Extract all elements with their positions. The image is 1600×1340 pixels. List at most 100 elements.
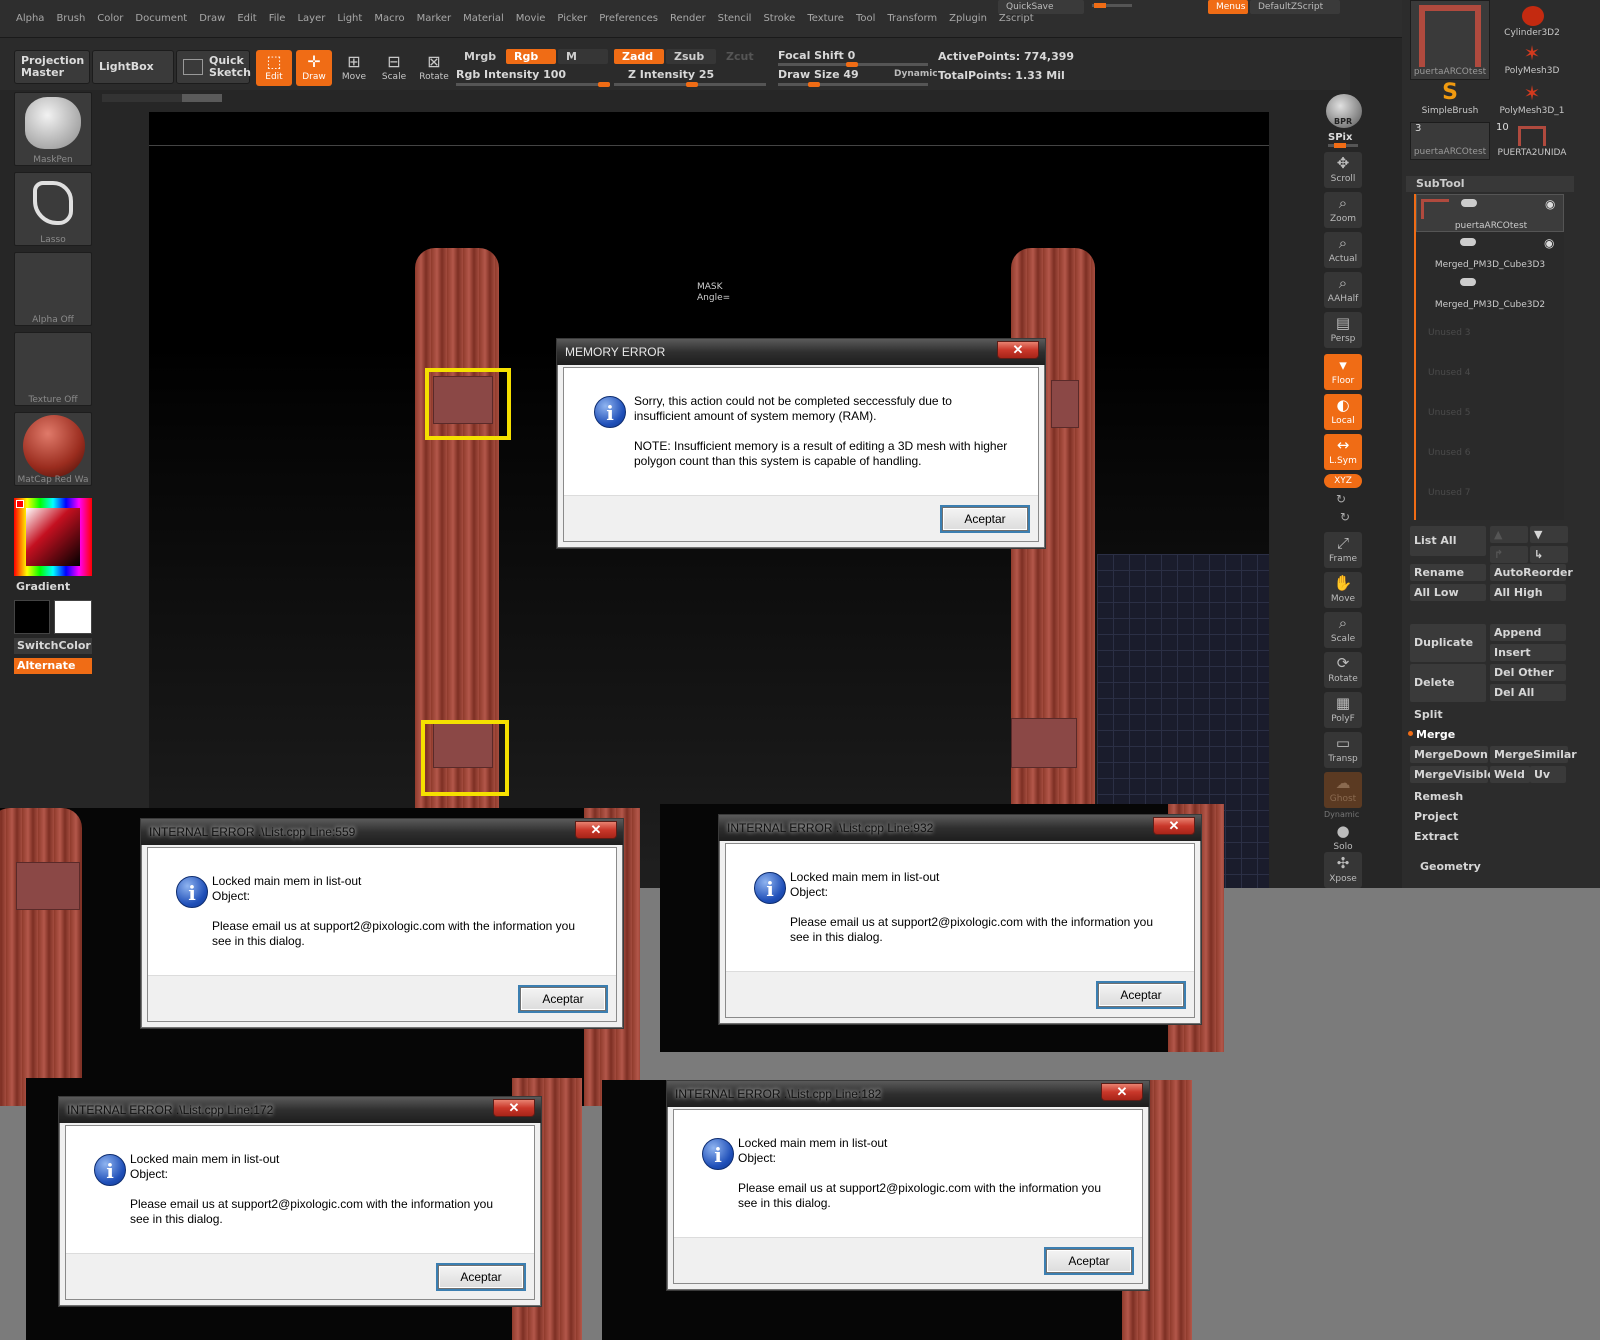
solo-tool[interactable]: ● Solo — [1324, 820, 1362, 856]
auto-reorder-button[interactable]: AutoReorder — [1490, 564, 1573, 581]
focal-shift-slider[interactable]: Focal Shift 0 — [778, 49, 855, 62]
subtool-item-2[interactable]: Merged_PM3D_Cube3D2 — [1416, 274, 1564, 312]
menu-marker[interactable]: Marker — [411, 13, 458, 24]
tool-thumb-puertaarco-2[interactable]: 3 puertaARCOtest — [1410, 122, 1490, 160]
rotate-tool[interactable]: ⊠ Rotate — [416, 50, 452, 86]
quicksave-button[interactable]: QuickSave — [998, 0, 1084, 14]
delete-button[interactable]: Delete — [1410, 664, 1486, 702]
tool-thumb-puerta2unida[interactable]: 10 PUERTA2UNIDA — [1492, 122, 1572, 160]
menu-stencil[interactable]: Stencil — [712, 13, 758, 24]
merge-section[interactable]: Merge — [1412, 726, 1568, 743]
projection-master-button[interactable]: Projection Master — [14, 50, 90, 84]
menu-edit[interactable]: Edit — [231, 13, 262, 24]
menu-document[interactable]: Document — [129, 13, 193, 24]
rename-button[interactable]: Rename — [1410, 564, 1486, 581]
menu-picker[interactable]: Picker — [551, 13, 593, 24]
menus-button[interactable]: Menus — [1208, 0, 1248, 14]
move-up-button[interactable]: ▲ — [1490, 526, 1528, 543]
aahalf-tool[interactable]: ⌕ AAHalf — [1324, 272, 1362, 308]
menu-material[interactable]: Material — [457, 13, 510, 24]
duplicate-button[interactable]: Duplicate — [1410, 624, 1486, 662]
subtool-eye-icon-1[interactable]: ◉ — [1544, 236, 1554, 250]
z-intensity-slider[interactable]: Z Intensity 25 — [628, 68, 714, 81]
internal-error-titlebar-172[interactable]: INTERNAL ERROR .\List.cpp Line:172 — [59, 1097, 541, 1123]
geometry-section[interactable]: Geometry — [1416, 858, 1566, 875]
extract-section[interactable]: Extract — [1410, 828, 1566, 845]
draw-size-slider[interactable]: Draw Size 49 — [778, 68, 859, 81]
scale-tool[interactable]: ⊟ Scale — [376, 50, 412, 86]
menu-zplugin[interactable]: Zplugin — [943, 13, 993, 24]
zcut-button[interactable]: Zcut — [718, 49, 768, 64]
floor-tool[interactable]: ▾ Floor — [1324, 354, 1362, 390]
move-down-button[interactable]: ▼ — [1530, 526, 1568, 543]
xyz-toggle[interactable]: XYZ — [1324, 474, 1362, 488]
tool-thumb-cylinder[interactable]: Cylinder3D2 — [1492, 0, 1572, 40]
menu-zscript[interactable]: Zscript — [993, 13, 1040, 24]
del-other-button[interactable]: Del Other — [1490, 664, 1566, 681]
actual-tool[interactable]: ⌕ Actual — [1324, 232, 1362, 268]
rgb-intensity-slider[interactable]: Rgb Intensity 100 — [456, 68, 566, 81]
internal-error-close-button-932[interactable]: ✕ — [1153, 817, 1195, 835]
zscript-button[interactable]: DefaultZScript — [1250, 0, 1340, 14]
draw-tool[interactable]: ✛ Draw — [296, 50, 332, 86]
insert-button[interactable]: Insert — [1490, 644, 1566, 661]
focal-shift-knob[interactable] — [846, 62, 858, 67]
internal-error-ok-button-932[interactable]: Aceptar — [1098, 983, 1184, 1007]
split-section[interactable]: Split — [1410, 706, 1566, 723]
edit-tool[interactable]: ⬚ Edit — [256, 50, 292, 86]
gradient-label[interactable]: Gradient — [16, 580, 70, 593]
polyf-tool[interactable]: ▦ PolyF — [1324, 692, 1362, 728]
alpha-thumb[interactable]: Alpha Off — [14, 252, 92, 326]
menu-layer[interactable]: Layer — [291, 13, 331, 24]
zsub-button[interactable]: Zsub — [666, 49, 716, 64]
menu-preferences[interactable]: Preferences — [593, 13, 664, 24]
menu-render[interactable]: Render — [664, 13, 712, 24]
menu-tool[interactable]: Tool — [850, 13, 881, 24]
menu-stroke[interactable]: Stroke — [757, 13, 801, 24]
internal-error-ok-button-559[interactable]: Aceptar — [520, 987, 606, 1011]
rgb-intensity-track[interactable] — [456, 83, 610, 86]
lsym-tool[interactable]: ↔ L.Sym — [1324, 434, 1362, 470]
dynamic-toggle[interactable]: Dynamic — [894, 69, 938, 79]
move-up-alt-button[interactable]: ↱ — [1490, 546, 1528, 563]
tool-thumb-puertaarco[interactable]: puertaARCOtest — [1410, 0, 1490, 80]
subtool-toggle-2[interactable] — [1460, 278, 1476, 286]
merge-down-button[interactable]: MergeDown — [1410, 746, 1488, 763]
append-button[interactable]: Append — [1490, 624, 1566, 641]
local-tool[interactable]: ◐ Local — [1324, 394, 1362, 430]
internal-error-close-button-182[interactable]: ✕ — [1101, 1083, 1143, 1101]
internal-error-titlebar-559[interactable]: INTERNAL ERROR .\List.cpp Line:559 — [141, 819, 623, 845]
lightbox-button[interactable]: LightBox — [92, 50, 174, 84]
tool-thumb-simplebrush[interactable]: S SimpleBrush — [1410, 80, 1490, 120]
scroll-tool[interactable]: ✥ Scroll — [1324, 152, 1362, 188]
xpose-tool[interactable]: ✣ Xpose — [1324, 852, 1362, 888]
internal-error-titlebar-182[interactable]: INTERNAL ERROR .\List.cpp Line:182 — [667, 1081, 1149, 1107]
list-all-button[interactable]: List All — [1410, 526, 1486, 556]
brush-thumb[interactable]: MaskPen — [14, 92, 92, 166]
merge-visible-button[interactable]: MergeVisible — [1410, 766, 1495, 783]
spix-label[interactable]: SPix — [1328, 132, 1352, 143]
rgb-intensity-knob[interactable] — [598, 82, 610, 87]
internal-error-ok-button-172[interactable]: Aceptar — [438, 1265, 524, 1289]
subtool-toggle-0[interactable] — [1461, 199, 1477, 207]
persp-tool[interactable]: ▤ Persp — [1324, 312, 1362, 348]
uv-button[interactable]: Uv — [1530, 766, 1566, 783]
main-color-swatch[interactable] — [14, 600, 50, 634]
secondary-color-swatch[interactable] — [54, 600, 92, 634]
material-thumb[interactable]: MatCap Red Wa — [14, 412, 92, 486]
del-all-button[interactable]: Del All — [1490, 684, 1566, 701]
draw-size-knob[interactable] — [808, 82, 820, 87]
menu-color[interactable]: Color — [91, 13, 129, 24]
stroke-thumb[interactable]: Lasso — [14, 172, 92, 246]
texture-thumb[interactable]: Texture Off — [14, 332, 92, 406]
internal-error-titlebar-932[interactable]: INTERNAL ERROR .\List.cpp Line:932 — [719, 815, 1201, 841]
scroll-thumb[interactable] — [182, 94, 222, 102]
subtool-header[interactable]: SubTool — [1406, 176, 1574, 192]
alternate-button[interactable]: Alternate — [14, 658, 92, 674]
menu-transform[interactable]: Transform — [881, 13, 943, 24]
z-intensity-knob[interactable] — [686, 82, 698, 87]
move-view-tool[interactable]: ✋ Move — [1324, 572, 1362, 608]
memory-error-titlebar[interactable]: MEMORY ERROR — [557, 339, 1045, 365]
rotate-z-icon[interactable]: ↻ — [1340, 510, 1350, 524]
subtool-toggle-1[interactable] — [1460, 238, 1476, 246]
